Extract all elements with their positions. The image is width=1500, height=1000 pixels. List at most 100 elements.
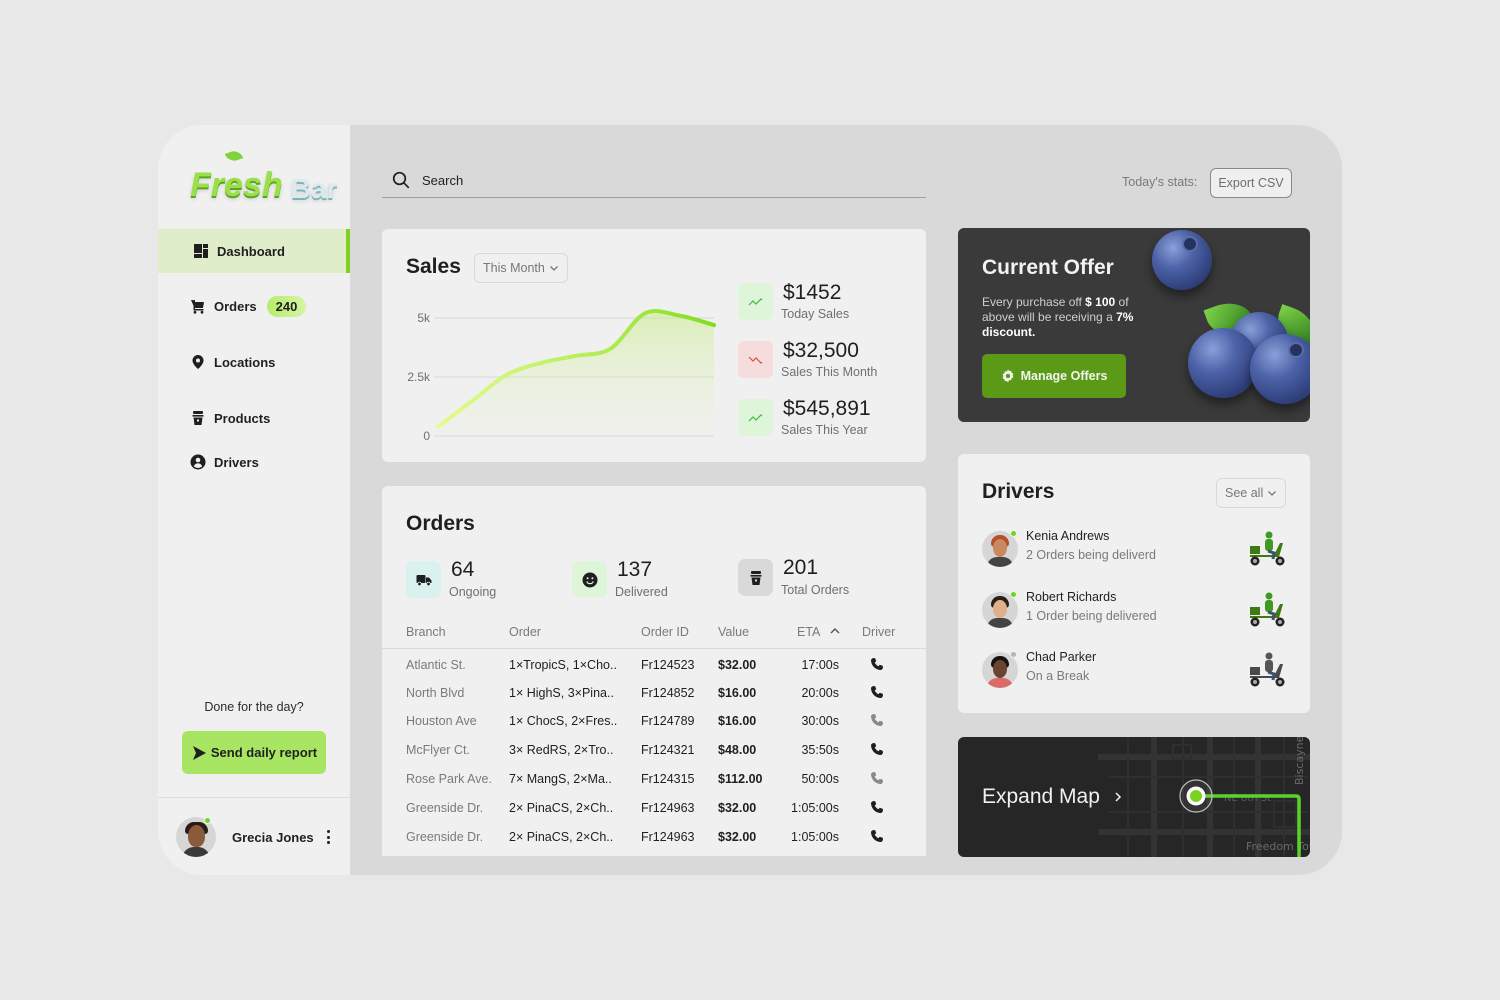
phone-icon xyxy=(871,714,883,726)
cell-eta: 1:05:00s xyxy=(791,801,839,815)
call-driver-button[interactable] xyxy=(870,771,884,788)
user-name: Grecia Jones xyxy=(232,829,314,845)
table-row[interactable]: Atlantic St. 1×TropicS, 1×Cho.. Fr124523 $3… xyxy=(382,658,926,687)
kpi-value: $545,891 xyxy=(783,397,871,420)
sidebar-item-label: Products xyxy=(214,410,271,426)
sales-period-value: This Month xyxy=(483,261,545,275)
sidebar-item-label: Orders xyxy=(214,298,257,314)
cell-value: $112.00 xyxy=(718,772,763,786)
see-all-dropdown[interactable]: See all xyxy=(1216,478,1287,508)
call-driver-button[interactable] xyxy=(870,657,884,674)
search-input[interactable] xyxy=(422,172,902,188)
cell-order-id: Fr124321 xyxy=(641,743,695,757)
driver-list-item[interactable]: Kenia Andrews 2 Orders being deliverd xyxy=(982,529,1288,571)
table-row[interactable]: Houston Ave 1× ChocS, 2×Fres.. Fr124789 $16… xyxy=(382,714,926,743)
cell-eta: 50:00s xyxy=(801,772,839,786)
chart-data-point xyxy=(712,323,716,327)
cell-value: $48.00 xyxy=(718,743,757,757)
driver-status: 2 Orders being deliverd xyxy=(1026,548,1156,562)
y-tick-label: 5k xyxy=(417,311,431,325)
more-options-icon[interactable] xyxy=(320,827,336,847)
sidebar-divider xyxy=(158,797,350,798)
export-csv-button[interactable]: Export CSV xyxy=(1210,168,1292,198)
cell-eta: 35:50s xyxy=(801,743,839,757)
phone-icon xyxy=(871,658,883,670)
expand-map-card[interactable]: NE 8th St Biscayne Freedom Tower Expand … xyxy=(958,737,1310,857)
cell-order: 2× PinaCS, 2×Ch.. xyxy=(509,801,614,815)
cell-eta: 30:00s xyxy=(801,714,839,728)
send-icon xyxy=(192,745,206,760)
chart-data-point xyxy=(540,361,544,365)
stat-value: 201 xyxy=(783,556,819,579)
column-header-value[interactable]: Value xyxy=(718,625,749,639)
scooter-icon xyxy=(1250,652,1285,687)
driver-list-item[interactable]: Chad Parker On a Break xyxy=(982,650,1288,692)
stat-label: Total Orders xyxy=(781,583,850,597)
column-header-order-id[interactable]: Order ID xyxy=(641,625,689,639)
call-driver-button[interactable] xyxy=(870,800,884,817)
phone-icon xyxy=(871,772,883,784)
map-street-label: Biscayne xyxy=(1293,737,1306,785)
kpi-value: $1452 xyxy=(783,281,842,304)
sidebar-item-dashboard[interactable]: Dashboard xyxy=(158,229,350,273)
table-header-divider xyxy=(382,648,926,649)
table-row[interactable]: North Blvd 1× HighS, 3×Pina.. Fr124852 $16.… xyxy=(382,686,926,715)
brand-logo-fresh: Fresh xyxy=(190,166,283,204)
call-driver-button[interactable] xyxy=(870,829,884,846)
trend-down-icon xyxy=(738,341,773,378)
driver-name: Robert Richards xyxy=(1026,590,1117,604)
sidebar-item-orders[interactable]: Orders 240 xyxy=(158,284,350,328)
driver-name: Chad Parker xyxy=(1026,650,1097,664)
column-header-order[interactable]: Order xyxy=(509,625,541,639)
phone-icon xyxy=(871,830,883,842)
table-row[interactable]: Rose Park Ave. 7× MangS, 2×Ma.. Fr124315 $1… xyxy=(382,772,926,801)
call-driver-button[interactable] xyxy=(870,742,884,759)
chart-data-point xyxy=(643,311,647,315)
cup-icon xyxy=(190,410,206,426)
kpi-sales-month: $32,500 Sales This Month xyxy=(738,339,908,381)
sidebar-item-products[interactable]: Products xyxy=(158,396,350,440)
cell-value: $32.00 xyxy=(718,658,757,672)
call-driver-button[interactable] xyxy=(870,713,884,730)
call-driver-button[interactable] xyxy=(870,685,884,702)
see-all-label: See all xyxy=(1225,486,1264,500)
column-header-driver[interactable]: Driver xyxy=(862,625,895,639)
send-daily-report-button[interactable]: Send daily report xyxy=(182,731,326,774)
search-bar xyxy=(382,163,926,198)
sales-period-dropdown[interactable]: This Month xyxy=(474,253,568,283)
drivers-card: Drivers See all Kenia Andrews 2 Orders be… xyxy=(958,454,1310,713)
sales-title: Sales xyxy=(406,255,461,278)
table-row[interactable]: McFlyer Ct. 3× RedRS, 2×Tro.. Fr124321 $48.… xyxy=(382,743,926,772)
chevron-right-icon xyxy=(1115,792,1121,802)
user-profile[interactable]: Grecia Jones xyxy=(176,816,336,858)
chart-data-point xyxy=(471,399,475,403)
table-row[interactable]: Greenside Dr. 2× PinaCS, 2×Ch.. Fr124963 $3… xyxy=(382,830,926,859)
offer-amount: $ 100 xyxy=(1085,295,1116,309)
column-header-eta[interactable]: ETA xyxy=(797,625,841,639)
phone-icon xyxy=(871,686,883,698)
drivers-title: Drivers xyxy=(982,480,1055,503)
phone-icon xyxy=(871,743,883,755)
smiley-icon xyxy=(572,561,607,598)
stat-value: 137 xyxy=(617,558,653,581)
cell-value: $16.00 xyxy=(718,714,757,728)
sidebar-item-locations[interactable]: Locations xyxy=(158,340,350,384)
cell-branch: Houston Ave xyxy=(406,714,477,728)
cell-order: 1×TropicS, 1×Cho.. xyxy=(509,658,617,672)
cell-eta: 20:00s xyxy=(801,686,839,700)
sales-area-fill xyxy=(438,310,714,436)
expand-map-button[interactable]: Expand Map xyxy=(982,785,1122,809)
cell-order-id: Fr124315 xyxy=(641,772,695,786)
location-pin-icon xyxy=(190,354,206,370)
sidebar-item-drivers[interactable]: Drivers xyxy=(158,440,350,484)
orders-title: Orders xyxy=(406,512,475,535)
manage-offers-label: Manage Offers xyxy=(1020,369,1108,383)
manage-offers-button[interactable]: Manage Offers xyxy=(982,354,1126,398)
driver-list-item[interactable]: Robert Richards 1 Order being delivered xyxy=(982,590,1288,632)
kpi-today-sales: $1452 Today Sales xyxy=(738,281,908,323)
column-header-branch[interactable]: Branch xyxy=(406,625,446,639)
scooter-icon xyxy=(1250,531,1285,566)
kpi-sales-year: $545,891 Sales This Year xyxy=(738,397,908,439)
sidebar-item-label: Drivers xyxy=(214,454,259,470)
table-row[interactable]: Greenside Dr. 2× PinaCS, 2×Ch.. Fr124963 $3… xyxy=(382,801,926,830)
